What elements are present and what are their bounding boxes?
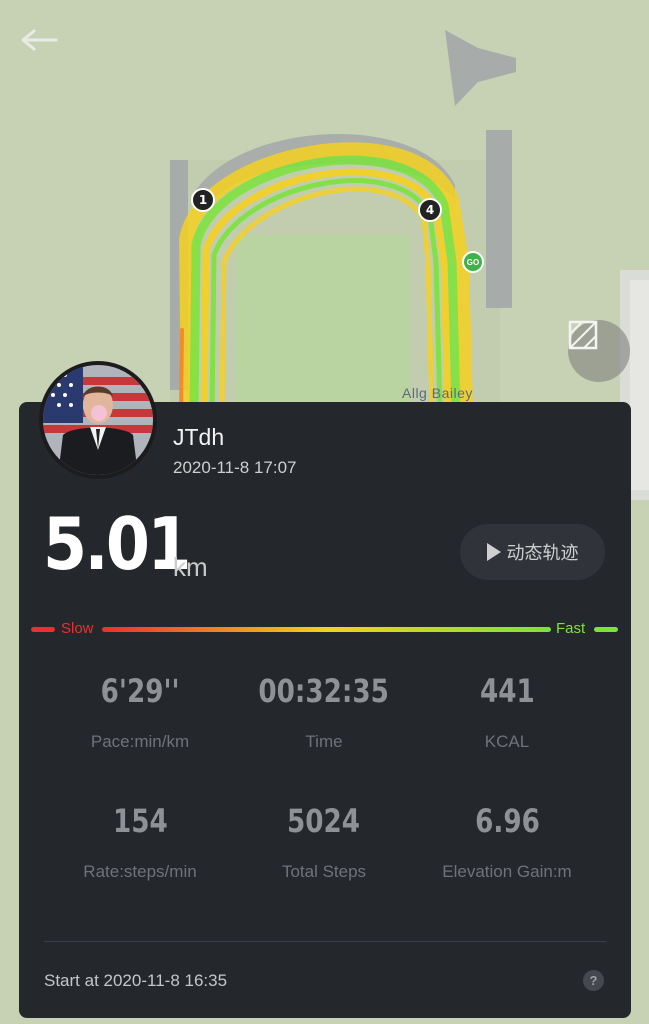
- stat-time: 00:32:35 Time: [229, 672, 419, 752]
- stat-rate-value: 154: [112, 802, 168, 840]
- speed-legend-slow-label: Slow: [61, 620, 94, 637]
- speed-legend-slow-bar: [31, 627, 55, 632]
- stat-total-steps-value: 5024: [287, 802, 361, 840]
- stat-total-steps-label: Total Steps: [281, 862, 367, 881]
- workout-datetime: 2020-11-8 17:07: [173, 458, 297, 477]
- stat-rate: 154 Rate:steps/min: [45, 802, 235, 882]
- stat-kcal-value: 441: [479, 672, 535, 710]
- map-layer-icon: [568, 320, 598, 350]
- distance-unit: km: [173, 552, 208, 582]
- stat-total-steps: 5024 Total Steps: [229, 802, 419, 882]
- back-button[interactable]: [18, 28, 68, 64]
- stat-time-label: Time: [305, 732, 343, 751]
- speed-legend: Slow Fast: [31, 620, 619, 640]
- map-place-label: Allg Bailey: [402, 385, 473, 401]
- avatar-image: [43, 365, 153, 475]
- stat-pace-value: 6'29'': [100, 672, 180, 710]
- speed-legend-fast-label: Fast: [556, 620, 586, 637]
- workout-summary-card: JTdh 2020-11-8 17:07 5.01 km 动态轨迹 Slow F…: [19, 402, 631, 1018]
- route-replay-label: 动态轨迹: [506, 543, 579, 564]
- divider: [44, 941, 606, 942]
- speed-legend-gradient: [102, 627, 551, 632]
- stat-kcal-label: KCAL: [484, 732, 530, 751]
- route-replay-button[interactable]: 动态轨迹: [460, 524, 605, 580]
- play-icon: [486, 543, 501, 561]
- start-time: Start at 2020-11-8 16:35: [44, 971, 228, 990]
- stat-time-value: 00:32:35: [258, 672, 390, 710]
- back-arrow-icon: [21, 29, 58, 51]
- map-layer-button[interactable]: [568, 320, 630, 382]
- stat-rate-label: Rate:steps/min: [83, 862, 197, 881]
- user-avatar[interactable]: [39, 361, 157, 479]
- stat-pace: 6'29'' Pace:min/km: [45, 672, 235, 752]
- stat-elevation-gain-value: 6.96: [474, 802, 540, 840]
- stat-elevation-gain-label: Elevation Gain:m: [442, 862, 572, 881]
- stat-kcal: 441 KCAL: [412, 672, 602, 752]
- stat-elevation-gain: 6.96 Elevation Gain:m: [412, 802, 602, 882]
- go-marker: GO: [462, 251, 484, 273]
- stat-pace-label: Pace:min/km: [90, 732, 190, 751]
- user-name: JTdh: [173, 424, 225, 450]
- route-marker-4: 4: [418, 198, 442, 222]
- distance-value: 5.01: [43, 502, 191, 586]
- speed-legend-fast-bar: [594, 627, 618, 632]
- help-icon[interactable]: ?: [583, 970, 604, 991]
- route-marker-1: 1: [191, 188, 215, 212]
